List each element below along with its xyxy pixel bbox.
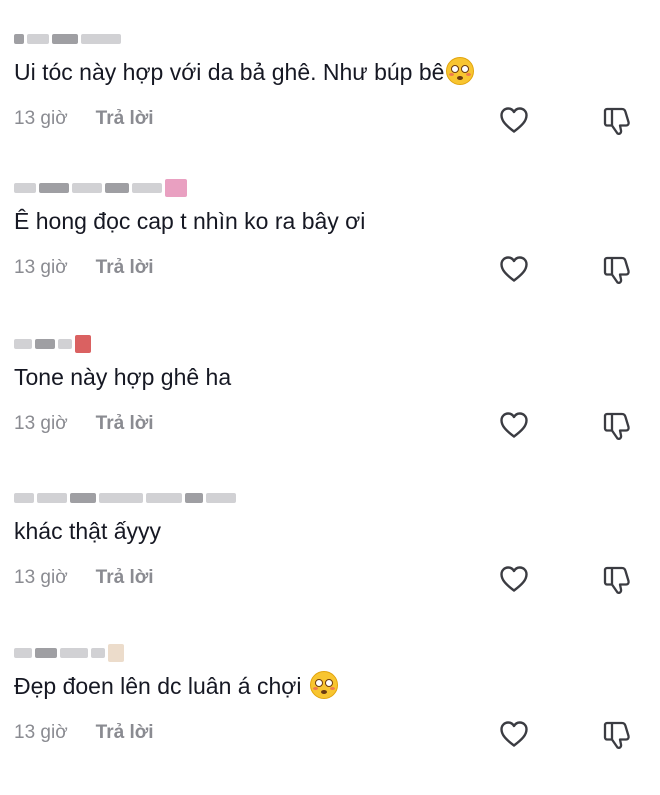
username-pixel: [70, 493, 96, 503]
heart-outline-icon: [500, 721, 528, 747]
comment-meta: 13 giờ Trả lời: [14, 563, 154, 593]
heart-outline-icon: [500, 566, 528, 592]
comment-item: Ui tóc này hợp với da bả ghê. Như búp bê…: [0, 26, 660, 181]
heart-outline-icon: [500, 412, 528, 438]
username-pixel: [72, 183, 102, 193]
thumbs-down-icon: [603, 566, 630, 594]
username-blurred[interactable]: [14, 26, 121, 52]
username-blurred[interactable]: [14, 640, 124, 666]
thumbs-down-icon: [603, 256, 630, 284]
username-pixel: [14, 493, 34, 503]
like-button[interactable]: [497, 253, 531, 285]
comment-meta: 13 giờ Trả lời: [14, 409, 154, 439]
username-pixel: [14, 648, 32, 658]
username-pixel: [37, 493, 67, 503]
reply-button[interactable]: Trả lời: [96, 567, 154, 589]
heart-outline-icon: [500, 256, 528, 282]
comment-text: Tone này hợp ghê ha: [14, 361, 231, 393]
thumbs-down-icon: [603, 107, 630, 135]
comment-text: Đẹp đoen lên dc luân á chợi: [14, 670, 338, 702]
comment-text: Ui tóc này hợp với da bả ghê. Như búp bê: [14, 56, 475, 88]
comment-text-content: Đẹp đoen lên dc luân á chợi: [14, 673, 308, 699]
username-pixel: [105, 183, 129, 193]
reply-button[interactable]: Trả lời: [96, 257, 154, 279]
comment-text-content: Ê hong đọc cap t nhìn ko ra bây ơi: [14, 208, 366, 234]
comment-text-content: khác thật ấyyy: [14, 518, 162, 544]
comment-timestamp: 13 giờ: [14, 257, 68, 278]
thumbs-down-icon: [603, 412, 630, 440]
username-pixel: [81, 34, 121, 44]
username-pixel: [99, 493, 143, 503]
username-blurred[interactable]: [14, 175, 187, 201]
dislike-button[interactable]: [600, 104, 634, 138]
comment-meta: 13 giờ Trả lời: [14, 253, 154, 283]
comment-meta: 13 giờ Trả lời: [14, 104, 154, 134]
username-pixel: [146, 493, 182, 503]
dislike-button[interactable]: [600, 409, 634, 443]
username-pixel: [58, 339, 72, 349]
username-pixel: [60, 648, 88, 658]
like-button[interactable]: [497, 104, 531, 136]
comment-item: Ê hong đọc cap t nhìn ko ra bây ơi 13 gi…: [0, 175, 660, 330]
thumbs-down-icon: [603, 721, 630, 749]
username-pixel: [91, 648, 105, 658]
dislike-button[interactable]: [600, 253, 634, 287]
comment-text: khác thật ấyyy: [14, 515, 161, 547]
comment-item: khác thật ấyyy 13 giờ Trả lời: [0, 485, 660, 640]
comment-timestamp: 13 giờ: [14, 722, 68, 743]
comment-text-content: Tone này hợp ghê ha: [14, 364, 232, 390]
like-button[interactable]: [497, 718, 531, 750]
flushed-face-emoji: [446, 57, 475, 85]
comment-timestamp: 13 giờ: [14, 567, 68, 588]
username-pixel: [14, 34, 24, 44]
username-pixel: [75, 335, 91, 353]
username-pixel: [132, 183, 162, 193]
comment-item: Đẹp đoen lên dc luân á chợi 13 giờ Trả l…: [0, 640, 660, 795]
username-pixel: [108, 644, 124, 662]
like-button[interactable]: [497, 409, 531, 441]
reply-button[interactable]: Trả lời: [96, 413, 154, 435]
username-pixel: [35, 648, 57, 658]
comment-timestamp: 13 giờ: [14, 413, 68, 434]
comment-item: Tone này hợp ghê ha 13 giờ Trả lời: [0, 331, 660, 486]
username-blurred[interactable]: [14, 331, 91, 357]
username-pixel: [206, 493, 236, 503]
flushed-face-emoji: [309, 671, 338, 699]
username-pixel: [35, 339, 55, 349]
reply-button[interactable]: Trả lời: [96, 108, 154, 130]
username-pixel: [165, 179, 187, 197]
username-pixel: [39, 183, 69, 193]
reply-button[interactable]: Trả lời: [96, 722, 154, 744]
like-button[interactable]: [497, 563, 531, 595]
dislike-button[interactable]: [600, 563, 634, 597]
comment-timestamp: 13 giờ: [14, 108, 68, 129]
username-blurred[interactable]: [14, 485, 236, 511]
heart-outline-icon: [500, 107, 528, 133]
dislike-button[interactable]: [600, 718, 634, 752]
username-pixel: [14, 339, 32, 349]
comment-text: Ê hong đọc cap t nhìn ko ra bây ơi: [14, 205, 365, 237]
username-pixel: [27, 34, 49, 44]
comment-meta: 13 giờ Trả lời: [14, 718, 154, 748]
username-pixel: [14, 183, 36, 193]
comment-text-content: Ui tóc này hợp với da bả ghê. Như búp bê: [14, 59, 445, 85]
username-pixel: [52, 34, 78, 44]
username-pixel: [185, 493, 203, 503]
